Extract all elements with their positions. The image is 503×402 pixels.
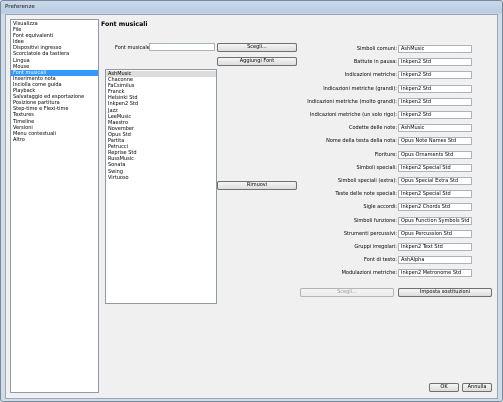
symbol-row-label: Sigle accordi: bbox=[363, 204, 397, 211]
font-musicale-label: Font musicale: bbox=[115, 45, 152, 51]
font-musicale-field[interactable] bbox=[149, 43, 215, 51]
symbol-row-label: Battute in pausa: bbox=[353, 59, 397, 66]
symbol-row-font-field[interactable]: Opus Function Symbols Std bbox=[398, 216, 472, 225]
symbol-row-label: Strumenti percussivi: bbox=[343, 230, 397, 237]
symbol-row-label: Nome della testa della nota: bbox=[326, 138, 397, 145]
symbol-row-label: Simboli comuni: bbox=[356, 46, 397, 52]
font-list-item[interactable]: Virtuoso bbox=[106, 175, 216, 181]
symbol-row-font-field[interactable]: Inkpen2 Std bbox=[398, 97, 472, 106]
symbol-row-label: Indicazioni metriche (grandi): bbox=[323, 85, 397, 92]
symbol-row-font-field[interactable]: Inkpen2 Special Std bbox=[398, 163, 472, 172]
symbol-row-font-field[interactable]: Opus Ornaments Std bbox=[398, 150, 472, 159]
ok-button[interactable]: OK bbox=[429, 383, 459, 392]
symbol-row-font-field[interactable]: Inkpen2 Special Std bbox=[398, 190, 472, 199]
symbol-row-font-field[interactable]: Inkpen2 Text Std bbox=[398, 243, 472, 251]
symbol-row-label: Simboli funzione: bbox=[353, 217, 397, 224]
sidebar-item[interactable]: Altro bbox=[11, 137, 98, 143]
symbol-row-label: Simboli speciali: bbox=[356, 164, 397, 171]
preferences-sidebar[interactable]: Visualizza File Font equivalenti Idee Dispos… bbox=[10, 19, 99, 393]
window-title: Preferenze bbox=[5, 4, 35, 10]
symbol-row-font-field[interactable]: Inkpen2 Std bbox=[398, 71, 472, 80]
music-font-list[interactable]: AshMusic Chaconne FaCsimilus Franck Helsinki… bbox=[105, 69, 217, 304]
dialog-client-area: Visualizza File Font equivalenti Idee Dispos… bbox=[5, 14, 498, 399]
symbol-row-font-field[interactable]: Inkpen2 Metronome Std bbox=[398, 269, 472, 278]
preferences-window: Preferenze Visualizza File Font equivalent… bbox=[0, 0, 503, 402]
symbol-row-font-field[interactable]: Opus Note Names Std bbox=[398, 137, 472, 146]
annulla-button[interactable]: Annulla bbox=[462, 383, 492, 392]
symbol-row-label: Indicazioni metriche: bbox=[344, 72, 397, 79]
symbol-row-label: Modulazioni metriche: bbox=[341, 270, 397, 277]
symbol-row-label: Font di testo: bbox=[364, 257, 397, 264]
page-title: Font musicali bbox=[101, 21, 148, 28]
symbol-row-label: Indicazioni metriche (un solo rigo): bbox=[309, 112, 397, 118]
imposta-sostituzioni-button[interactable]: Imposta sostituzioni bbox=[398, 288, 492, 297]
symbol-row-label: Teste delle note speciali: bbox=[335, 191, 397, 198]
scegli-substitution-button[interactable]: Scegli... bbox=[300, 288, 394, 297]
symbol-row-label: Codette delle note: bbox=[348, 125, 397, 132]
symbol-row-font-field[interactable]: Inkpen2 Chords Std bbox=[398, 203, 472, 212]
symbol-row-font-field[interactable]: AshMusic bbox=[398, 45, 472, 53]
symbol-row-font-field[interactable]: Opus Percussion Std bbox=[398, 229, 472, 238]
symbol-row-font-field[interactable]: Inkpen2 Std bbox=[398, 58, 472, 67]
symbol-row-font-field[interactable]: Opus Special Extra Std bbox=[398, 177, 472, 185]
symbol-row-label: Simboli speciali (extra): bbox=[337, 178, 397, 184]
symbol-row-font-field[interactable]: AshAlpha bbox=[398, 256, 472, 265]
symbol-row-font-field[interactable]: Inkpen2 Std bbox=[398, 111, 472, 119]
symbol-row-font-field[interactable]: Inkpen2 Std bbox=[398, 84, 472, 93]
symbol-row-font-field[interactable]: AshMusic bbox=[398, 124, 472, 133]
symbol-row-label: Fioriture: bbox=[374, 151, 397, 158]
symbol-row-label: Indicazioni metriche (molto grandi): bbox=[307, 98, 397, 105]
symbol-row-label: Gruppi irregolari: bbox=[354, 244, 397, 250]
